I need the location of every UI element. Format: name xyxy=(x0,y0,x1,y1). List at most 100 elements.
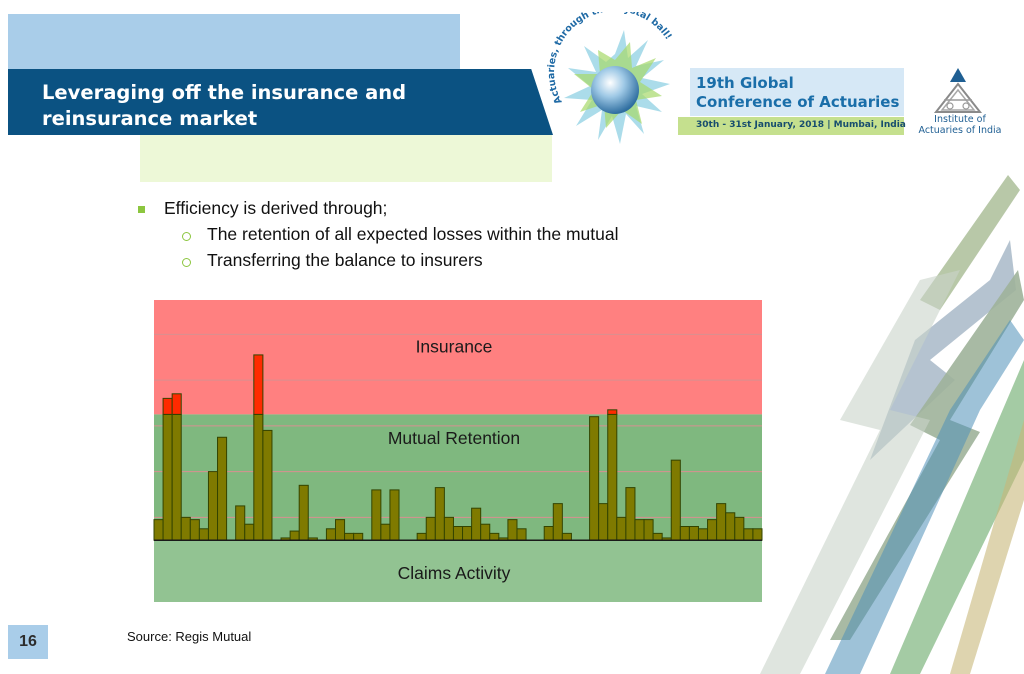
bar-insured-segment xyxy=(171,393,182,415)
bullet-sub2-text: Transferring the balance to insurers xyxy=(207,250,483,270)
bar-retained-segment xyxy=(489,532,500,541)
chart-bar xyxy=(162,397,173,541)
chart-bar xyxy=(697,528,709,541)
institute-name: Institute of Actuaries of India xyxy=(912,114,1008,136)
chart-bar xyxy=(752,528,763,541)
chart-bar xyxy=(189,519,200,541)
crystal-ball-icon xyxy=(591,66,639,114)
chart-bar xyxy=(716,503,727,541)
chart-bar xyxy=(380,523,391,541)
chart-bar xyxy=(743,528,754,541)
bar-retained-segment xyxy=(162,413,173,541)
bar-insured-segment xyxy=(607,409,618,415)
slide-title: Leveraging off the insurance and reinsur… xyxy=(42,80,462,132)
chart-bar xyxy=(707,519,718,541)
bar-retained-segment xyxy=(607,413,618,541)
conference-dates: 30th - 31st January, 2018 | Mumbai, Indi… xyxy=(696,120,906,130)
bar-retained-segment xyxy=(688,526,699,541)
chart-bar xyxy=(434,487,445,541)
source-note: Source: Regis Mutual xyxy=(127,629,252,644)
bar-retained-segment xyxy=(643,519,654,541)
zone-label-mutual-retention: Mutual Retention xyxy=(388,428,520,448)
square-bullet-icon xyxy=(138,206,145,213)
chart-bar xyxy=(589,416,600,541)
bar-insured-segment xyxy=(253,354,264,415)
chart-bar xyxy=(353,532,364,541)
chart-bar xyxy=(634,519,645,541)
bar-retained-segment xyxy=(325,528,336,541)
bar-retained-segment xyxy=(289,530,300,541)
chart-bar xyxy=(643,519,654,541)
bullet-sub1-text: The retention of all expected losses wit… xyxy=(207,224,619,244)
bar-retained-segment xyxy=(725,512,736,541)
institute-logo-icon xyxy=(933,68,983,113)
chart-bar xyxy=(217,436,228,541)
chart-bar xyxy=(688,526,699,541)
circle-bullet-icon xyxy=(182,232,191,241)
bar-retained-segment xyxy=(589,416,600,541)
chart-bar xyxy=(344,532,355,541)
chart-bar xyxy=(389,489,400,541)
bar-retained-segment xyxy=(334,519,346,541)
chart-bar xyxy=(489,532,500,541)
bar-retained-segment xyxy=(552,503,563,541)
bar-insured-segment xyxy=(162,397,173,415)
chart-bar xyxy=(598,503,609,541)
claims-chart: Insurance Mutual Retention Claims Activi… xyxy=(153,300,763,602)
chart-bar xyxy=(425,516,436,541)
bar-retained-segment xyxy=(171,413,182,541)
chart-bar xyxy=(471,507,482,541)
bar-retained-segment xyxy=(452,526,464,541)
chart-bar xyxy=(452,526,464,541)
chart-bar xyxy=(244,523,255,541)
bar-retained-segment xyxy=(298,484,309,541)
bar-retained-segment xyxy=(416,532,427,541)
bar-retained-segment xyxy=(561,532,572,541)
bar-retained-segment xyxy=(634,519,645,541)
bar-retained-segment xyxy=(434,487,445,541)
chart-bar xyxy=(371,489,382,541)
chart-bar xyxy=(679,526,690,541)
chart-bar xyxy=(443,516,454,541)
chart-bar xyxy=(171,393,182,541)
bar-retained-segment xyxy=(480,523,491,541)
bar-retained-segment xyxy=(180,516,191,541)
bar-retained-segment xyxy=(507,519,518,541)
bar-retained-segment xyxy=(598,503,609,541)
bar-retained-segment xyxy=(389,489,400,541)
circle-bullet-icon xyxy=(182,258,191,267)
chart-bar xyxy=(652,532,663,541)
bar-retained-segment xyxy=(207,471,219,541)
chart-bar xyxy=(262,429,273,541)
institute-name-line2: Actuaries of India xyxy=(918,125,1002,136)
chart-bar xyxy=(507,519,518,541)
chart-bar xyxy=(462,526,473,541)
chart-bar xyxy=(289,530,300,541)
bar-retained-segment xyxy=(616,516,627,541)
chart-bar xyxy=(298,484,309,541)
conference-title-line2: Conference of Actuaries xyxy=(696,93,900,111)
slide-title-line2: reinsurance market xyxy=(42,107,258,130)
chart-bar xyxy=(198,528,209,541)
chart-bar xyxy=(416,532,427,541)
bar-retained-segment xyxy=(625,487,636,541)
decorative-stripes xyxy=(760,175,1024,674)
bar-retained-segment xyxy=(670,459,681,541)
bar-retained-segment xyxy=(543,526,554,541)
bar-retained-segment xyxy=(189,519,200,541)
chart-bar xyxy=(616,516,627,541)
chart-bar xyxy=(516,528,527,541)
top-blue-band xyxy=(8,14,460,70)
bar-retained-segment xyxy=(371,489,382,541)
chart-bar xyxy=(625,487,636,541)
chart-bar xyxy=(734,516,745,541)
bar-retained-segment xyxy=(235,505,246,541)
chart-bar xyxy=(325,528,336,541)
chart-bar xyxy=(480,523,491,541)
institute-name-line1: Institute of xyxy=(934,114,986,125)
conference-title-line1: 19th Global xyxy=(696,74,794,92)
bar-retained-segment xyxy=(344,532,355,541)
bar-retained-segment xyxy=(516,528,527,541)
chart-bar xyxy=(235,505,246,541)
crystal-ball-logo: Actuaries, through the crystal ball! xyxy=(546,12,674,144)
